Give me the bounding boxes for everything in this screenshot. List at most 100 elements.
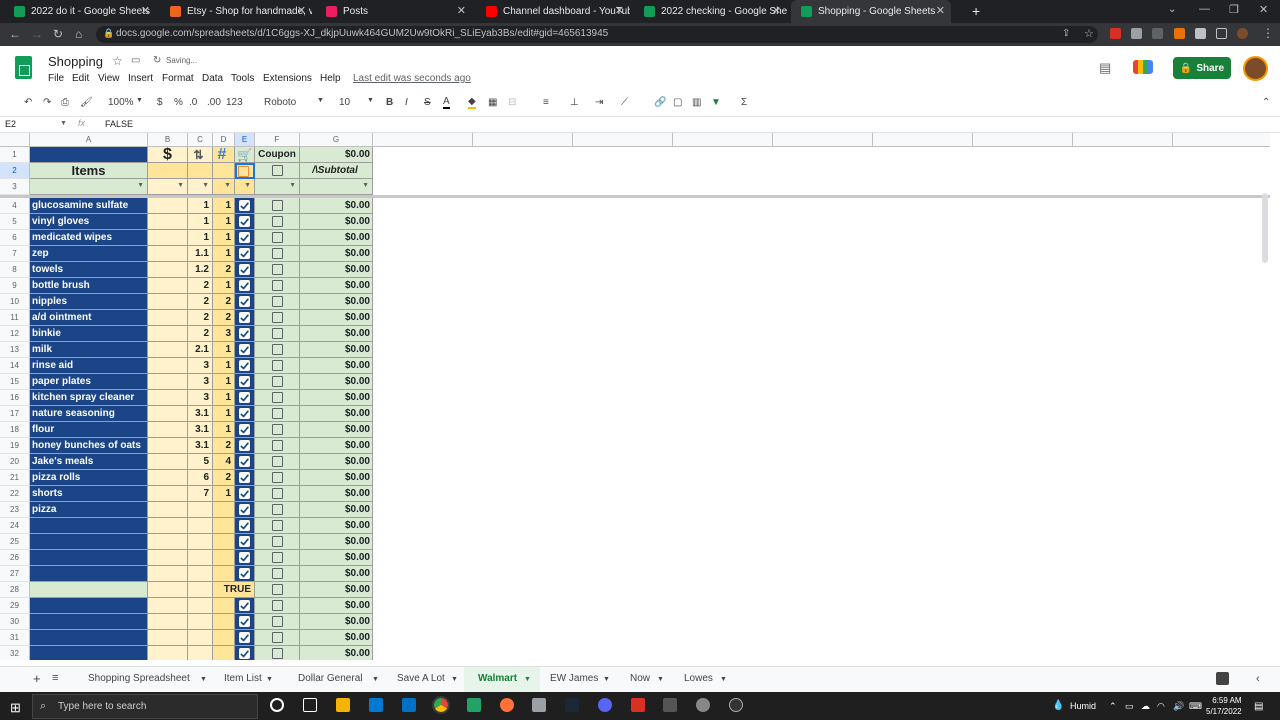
windows-start-icon[interactable]: ⊞ [10,700,21,716]
quantity-cell[interactable]: 1 [213,214,235,230]
account-avatar[interactable] [1243,56,1268,81]
sheet-tab-item-list[interactable]: Item List [224,673,262,684]
item-cell[interactable]: shorts [30,486,148,502]
subtotal-cell[interactable]: $0.00 [300,406,373,422]
item-cell[interactable]: towels [30,262,148,278]
subtotal-cell[interactable]: $0.00 [300,454,373,470]
browser-tab[interactable]: Etsy - Shop for handmade, vintage✕ [160,0,312,23]
price-cell[interactable] [148,374,188,390]
aisle-cell[interactable]: 1 [188,214,213,230]
in-cart-cell[interactable] [235,550,255,566]
column-header-b[interactable]: B [148,133,188,147]
row-header[interactable]: 24 [0,518,30,534]
item-cell[interactable] [30,582,148,598]
redo-icon[interactable]: ↷ [43,97,51,108]
extension-icon[interactable] [1152,28,1163,39]
collapse-toolbar-icon[interactable]: ⌃ [1262,97,1270,108]
filter-cell[interactable]: ▼ [300,179,373,195]
in-cart-cell[interactable] [235,198,255,214]
weather-label[interactable]: Humid [1070,701,1096,711]
price-cell[interactable] [148,422,188,438]
select-all-corner[interactable] [0,133,30,147]
column-header[interactable] [773,133,873,147]
checkbox-unchecked[interactable] [271,456,283,467]
cell[interactable] [30,147,148,163]
chevron-left-icon[interactable]: ‹ [1256,673,1260,685]
menu-extensions[interactable]: Extensions [263,73,312,84]
side-panel-icon[interactable] [1216,28,1227,39]
cell[interactable] [213,163,235,179]
checkbox-checked[interactable] [239,520,250,531]
checkbox-checked[interactable] [239,344,250,355]
item-cell[interactable]: honey bunches of oats [30,438,148,454]
checkbox-unchecked[interactable] [271,328,283,339]
currency-format-button[interactable]: $ [157,97,163,108]
quantity-cell[interactable]: 1 [213,278,235,294]
filter-icon[interactable]: ▼ [224,182,231,189]
horizontal-align-icon[interactable]: ≡ [543,97,549,108]
checkbox-unchecked[interactable] [271,552,283,563]
minimize-icon[interactable]: — [1199,3,1210,15]
video-editor-icon[interactable] [663,698,677,712]
quantity-cell[interactable]: 2 [213,470,235,486]
quantity-cell[interactable]: 2 [213,262,235,278]
percent-format-button[interactable]: % [174,97,183,108]
fill-color-icon[interactable]: ◆ [468,97,476,109]
filter-cell[interactable]: ▼ [188,179,213,195]
subtotal-cell[interactable]: $0.00 [300,278,373,294]
filter-cell[interactable]: ▼ [148,179,188,195]
quantity-cell[interactable]: 2 [213,310,235,326]
coupon-cell[interactable] [255,518,300,534]
language-icon[interactable]: ⌨ [1189,701,1202,712]
quantity-cell[interactable] [213,518,235,534]
notifications-icon[interactable]: ▤ [1254,701,1263,712]
checkbox-checked[interactable] [239,312,250,323]
subtotal-cell[interactable]: $0.00 [300,582,373,598]
sheet-tab-ew-james[interactable]: EW James [550,673,598,684]
column-header[interactable] [373,133,473,147]
price-cell[interactable] [148,326,188,342]
taskbar-clock[interactable]: 6:59 AM 5/17/2022 [1206,695,1242,717]
row-header[interactable]: 18 [0,422,30,438]
menu-file[interactable]: File [48,73,64,84]
row-header[interactable]: 4 [0,198,30,214]
quantity-cell[interactable] [213,550,235,566]
obs-icon[interactable] [729,698,743,712]
column-header[interactable] [873,133,973,147]
checkbox-unchecked[interactable] [271,280,283,291]
volume-icon[interactable]: 🔊 [1173,701,1184,712]
quantity-cell[interactable]: 1 [213,358,235,374]
row-header[interactable]: 10 [0,294,30,310]
in-cart-cell[interactable] [235,486,255,502]
row-header[interactable]: 11 [0,310,30,326]
subtotal-cell[interactable]: $0.00 [300,486,373,502]
item-cell[interactable]: bottle brush [30,278,148,294]
browser-tab[interactable]: Shopping - Google Sheets ✕ [791,0,951,23]
quantity-cell[interactable] [213,566,235,582]
column-header-d[interactable]: D [213,133,235,147]
coupon-cell[interactable] [255,358,300,374]
coupon-cell[interactable] [255,310,300,326]
price-header-cell[interactable]: $ [148,147,188,163]
column-header[interactable] [673,133,773,147]
menu-view[interactable]: View [98,73,120,84]
subtotal-cell[interactable]: $0.00 [300,294,373,310]
coupon-cell[interactable] [255,582,300,598]
file-explorer-icon[interactable] [336,698,350,712]
sheet-tab-menu-icon[interactable]: ▼ [200,676,207,683]
price-cell[interactable] [148,278,188,294]
checkbox-checked[interactable] [239,376,250,387]
price-cell[interactable] [148,214,188,230]
quantity-cell[interactable]: 1 [213,230,235,246]
price-cell[interactable] [148,470,188,486]
pdf-reader-icon[interactable] [631,698,645,712]
item-cell[interactable] [30,550,148,566]
aisle-cell[interactable]: 3.1 [188,438,213,454]
vertical-align-icon[interactable]: ⊥ [570,97,579,108]
subtotal-cell[interactable]: $0.00 [300,550,373,566]
aisle-cell[interactable]: 3 [188,390,213,406]
checkbox-unchecked[interactable] [271,472,283,483]
subtotal-cell[interactable]: $0.00 [300,614,373,630]
checkbox-checked[interactable] [239,616,250,627]
aisle-cell[interactable] [188,534,213,550]
